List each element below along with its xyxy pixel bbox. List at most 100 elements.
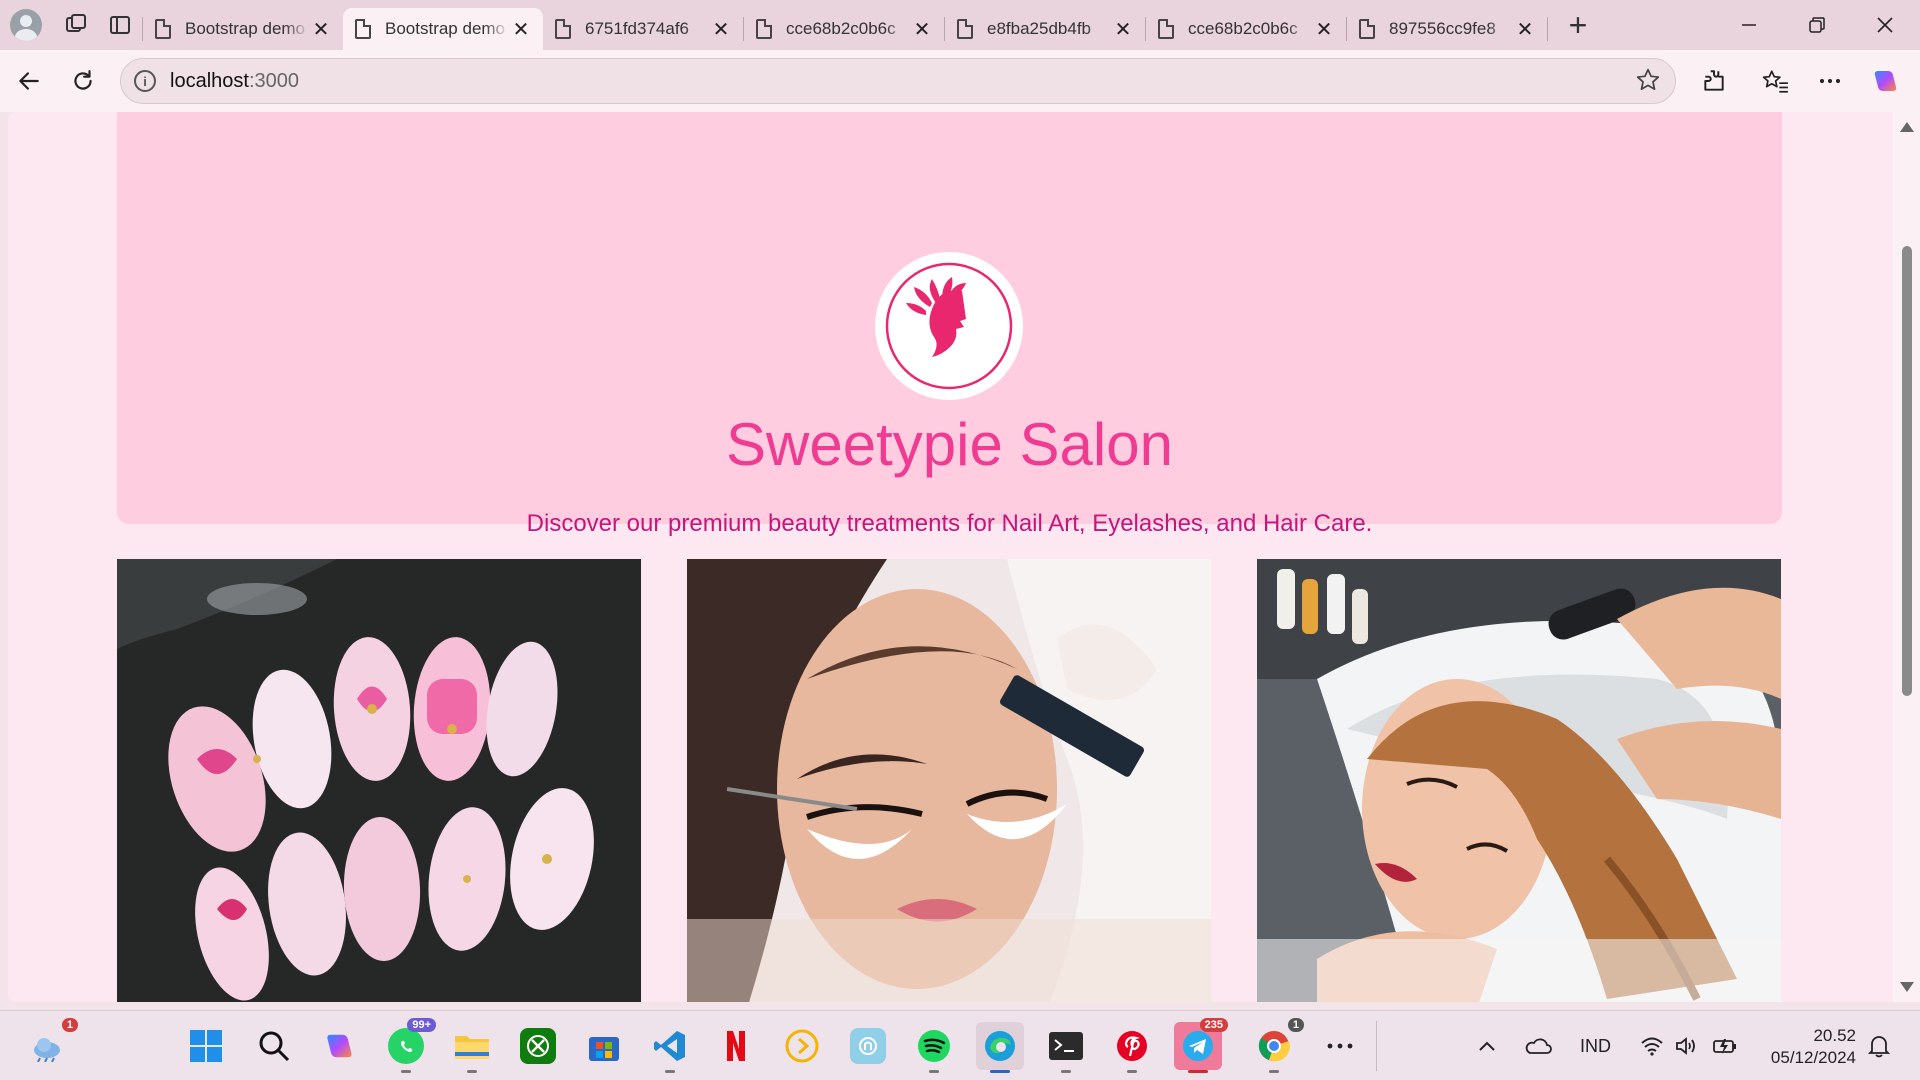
wifi-icon[interactable] xyxy=(1640,1011,1664,1080)
notification-badge: 235 xyxy=(1199,1018,1228,1032)
tab-4[interactable]: e8fba25db4fb ✕ xyxy=(945,8,1145,50)
salon-logo xyxy=(874,251,1024,401)
volume-icon[interactable] xyxy=(1674,1011,1698,1080)
service-card-hair-care[interactable] xyxy=(1257,559,1781,1002)
taskbar-telegram[interactable]: 235 xyxy=(1174,1018,1228,1073)
taskbar-vscode[interactable] xyxy=(646,1022,694,1073)
scroll-up-icon[interactable] xyxy=(1900,122,1914,132)
app-icon xyxy=(850,1028,886,1064)
tab-3[interactable]: cce68b2c0b6c ✕ xyxy=(744,8,944,50)
site-info-icon[interactable]: i xyxy=(134,70,156,92)
running-indicator xyxy=(1188,1070,1208,1073)
service-card-eyelashes[interactable] xyxy=(687,559,1211,1002)
edge-icon xyxy=(985,1031,1015,1061)
more-menu-icon[interactable] xyxy=(1806,58,1854,104)
running-indicator xyxy=(401,1070,411,1073)
vertical-tabs-icon[interactable] xyxy=(98,5,142,45)
taskbar: 1 99+ 235 1 IND 20.52 05/12/2024 xyxy=(0,1010,1920,1080)
tab-5[interactable]: cce68b2c0b6c ✕ xyxy=(1146,8,1346,50)
restore-icon[interactable] xyxy=(1784,0,1850,50)
close-tab-icon[interactable]: ✕ xyxy=(1513,17,1537,42)
close-window-icon[interactable] xyxy=(1852,0,1918,50)
workspaces-icon[interactable] xyxy=(54,5,98,45)
tab-6[interactable]: 897556cc9fe8 ✕ xyxy=(1347,8,1547,50)
running-indicator xyxy=(665,1070,675,1073)
new-tab-button[interactable]: + xyxy=(1554,5,1602,45)
tab-2[interactable]: 6751fd374af6 ✕ xyxy=(543,8,743,50)
xbox-icon xyxy=(520,1028,556,1064)
close-tab-icon[interactable]: ✕ xyxy=(509,17,533,42)
notification-badge: 1 xyxy=(61,1018,78,1032)
copilot-app-icon xyxy=(327,1034,352,1058)
weather-widget[interactable]: 1 xyxy=(24,1018,78,1070)
profile-icon[interactable] xyxy=(10,9,42,41)
favorite-star-icon[interactable] xyxy=(1635,67,1661,100)
service-card-nail-art[interactable] xyxy=(117,559,641,1002)
tab-title: 897556cc9fe8 xyxy=(1389,19,1496,38)
taskbar-pinterest[interactable] xyxy=(1108,1022,1156,1073)
onedrive-icon[interactable] xyxy=(1524,1011,1552,1080)
start-button[interactable] xyxy=(182,1022,230,1070)
browser-toolbar: i localhost:3000 xyxy=(0,50,1920,112)
vscode-icon xyxy=(654,1031,685,1061)
url-host: localhost xyxy=(170,69,249,92)
taskbar-spotify[interactable] xyxy=(910,1022,958,1073)
taskbar-terminal[interactable] xyxy=(1042,1022,1090,1073)
taskbar-store[interactable] xyxy=(580,1022,628,1070)
close-tab-icon[interactable]: ✕ xyxy=(1312,17,1336,42)
search-icon xyxy=(259,1031,290,1062)
copilot-icon[interactable] xyxy=(1862,58,1910,104)
taskbar-app[interactable] xyxy=(844,1022,892,1070)
clock[interactable]: 20.52 05/12/2024 xyxy=(1771,1025,1856,1069)
play-icon xyxy=(785,1029,819,1063)
tab-title: 6751fd374af6 xyxy=(585,19,689,38)
netflix-icon xyxy=(727,1031,745,1061)
close-tab-icon[interactable]: ✕ xyxy=(309,17,333,42)
reload-icon[interactable] xyxy=(56,59,110,103)
back-icon[interactable] xyxy=(2,59,56,103)
weather-icon xyxy=(30,1028,66,1064)
running-indicator xyxy=(929,1070,939,1073)
scroll-down-icon[interactable] xyxy=(1900,982,1914,992)
favorites-icon[interactable] xyxy=(1751,58,1799,104)
taskbar-whatsapp[interactable]: 99+ xyxy=(382,1018,436,1073)
page-icon xyxy=(1158,19,1174,39)
running-indicator xyxy=(1269,1070,1279,1073)
taskbar-netflix[interactable] xyxy=(712,1022,760,1070)
close-tab-icon[interactable]: ✕ xyxy=(1111,17,1135,42)
tab-title: cce68b2c0b6c xyxy=(786,19,896,38)
tray-chevron-icon[interactable] xyxy=(1478,1011,1496,1080)
tab-0[interactable]: Bootstrap demo ✕ xyxy=(143,8,343,50)
minimize-icon[interactable] xyxy=(1716,0,1782,50)
extensions-icon[interactable] xyxy=(1690,58,1738,104)
telegram-icon xyxy=(1183,1031,1213,1061)
tab-title: Bootstrap demo xyxy=(385,19,506,38)
eyelash-extension-image xyxy=(687,559,1211,1002)
language-indicator[interactable]: IND xyxy=(1580,1011,1611,1080)
hair-wash-image xyxy=(1257,559,1781,1002)
vertical-scrollbar[interactable] xyxy=(1893,112,1920,1002)
taskbar-xbox[interactable] xyxy=(514,1022,562,1070)
store-icon xyxy=(589,1037,619,1061)
tab-1[interactable]: Bootstrap demo ✕ xyxy=(343,8,543,50)
battery-icon[interactable] xyxy=(1712,1011,1738,1080)
taskbar-more[interactable] xyxy=(1316,1022,1364,1070)
close-tab-icon[interactable]: ✕ xyxy=(910,17,934,42)
page-icon xyxy=(1359,19,1375,39)
notifications-bell-icon[interactable] xyxy=(1868,1011,1890,1080)
url-port: :3000 xyxy=(248,69,299,92)
windows-icon xyxy=(190,1030,222,1062)
taskbar-player[interactable] xyxy=(778,1022,826,1070)
running-indicator xyxy=(467,1070,477,1073)
search-button[interactable] xyxy=(250,1022,298,1070)
close-tab-icon[interactable]: ✕ xyxy=(709,17,733,42)
taskbar-file-explorer[interactable] xyxy=(448,1022,496,1073)
more-apps-icon xyxy=(1327,1043,1353,1049)
running-indicator xyxy=(1127,1070,1137,1073)
taskbar-copilot[interactable] xyxy=(316,1022,364,1070)
taskbar-chrome[interactable]: 1 xyxy=(1250,1018,1304,1073)
scroll-thumb[interactable] xyxy=(1902,246,1912,696)
address-bar[interactable]: i localhost:3000 xyxy=(120,58,1676,104)
taskbar-edge[interactable] xyxy=(976,1022,1024,1073)
tab-title: e8fba25db4fb xyxy=(987,19,1091,38)
